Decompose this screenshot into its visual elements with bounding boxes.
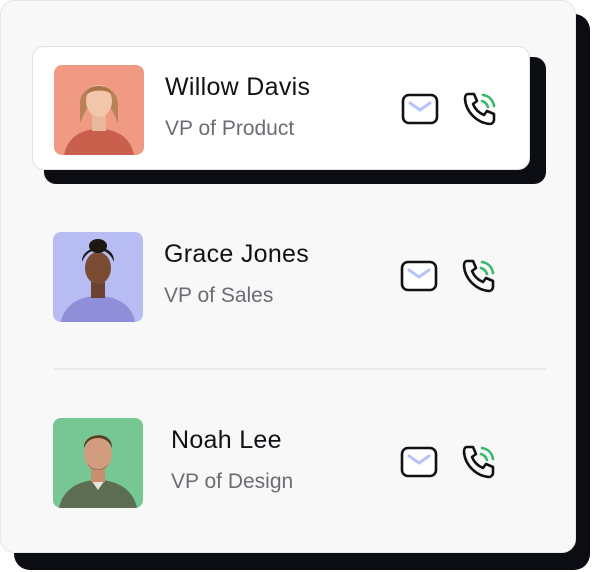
woman-portrait-icon: [54, 65, 144, 155]
contact-name: Noah Lee: [171, 426, 282, 454]
man-portrait-icon: [53, 418, 143, 508]
contact-card-willow-davis[interactable]: Willow Davis VP of Product: [32, 46, 530, 170]
email-button[interactable]: [399, 442, 439, 482]
contact-card-noah-lee[interactable]: Noah Lee VP of Design: [32, 400, 530, 524]
avatar: [54, 65, 144, 155]
contacts-widget: Willow Davis VP of Product Grace Jones V…: [0, 0, 593, 572]
phone-call-icon: [463, 92, 496, 126]
call-button[interactable]: [459, 256, 499, 296]
email-button[interactable]: [400, 89, 440, 129]
contact-role: VP of Product: [165, 117, 295, 140]
contact-name: Grace Jones: [164, 240, 310, 268]
call-button[interactable]: [459, 442, 499, 482]
mail-icon: [400, 260, 438, 292]
mail-icon: [401, 93, 439, 125]
email-button[interactable]: [399, 256, 439, 296]
call-button[interactable]: [460, 89, 500, 129]
contact-role: VP of Design: [171, 470, 294, 493]
phone-call-icon: [462, 445, 495, 479]
mail-icon: [400, 446, 438, 478]
avatar: [53, 418, 143, 508]
avatar: [53, 232, 143, 322]
phone-call-icon: [462, 259, 495, 293]
contact-role: VP of Sales: [164, 284, 274, 307]
contact-name: Willow Davis: [165, 73, 311, 101]
contact-card-grace-jones[interactable]: Grace Jones VP of Sales: [32, 214, 530, 338]
woman-portrait-icon: [53, 232, 143, 322]
divider: [54, 368, 546, 370]
